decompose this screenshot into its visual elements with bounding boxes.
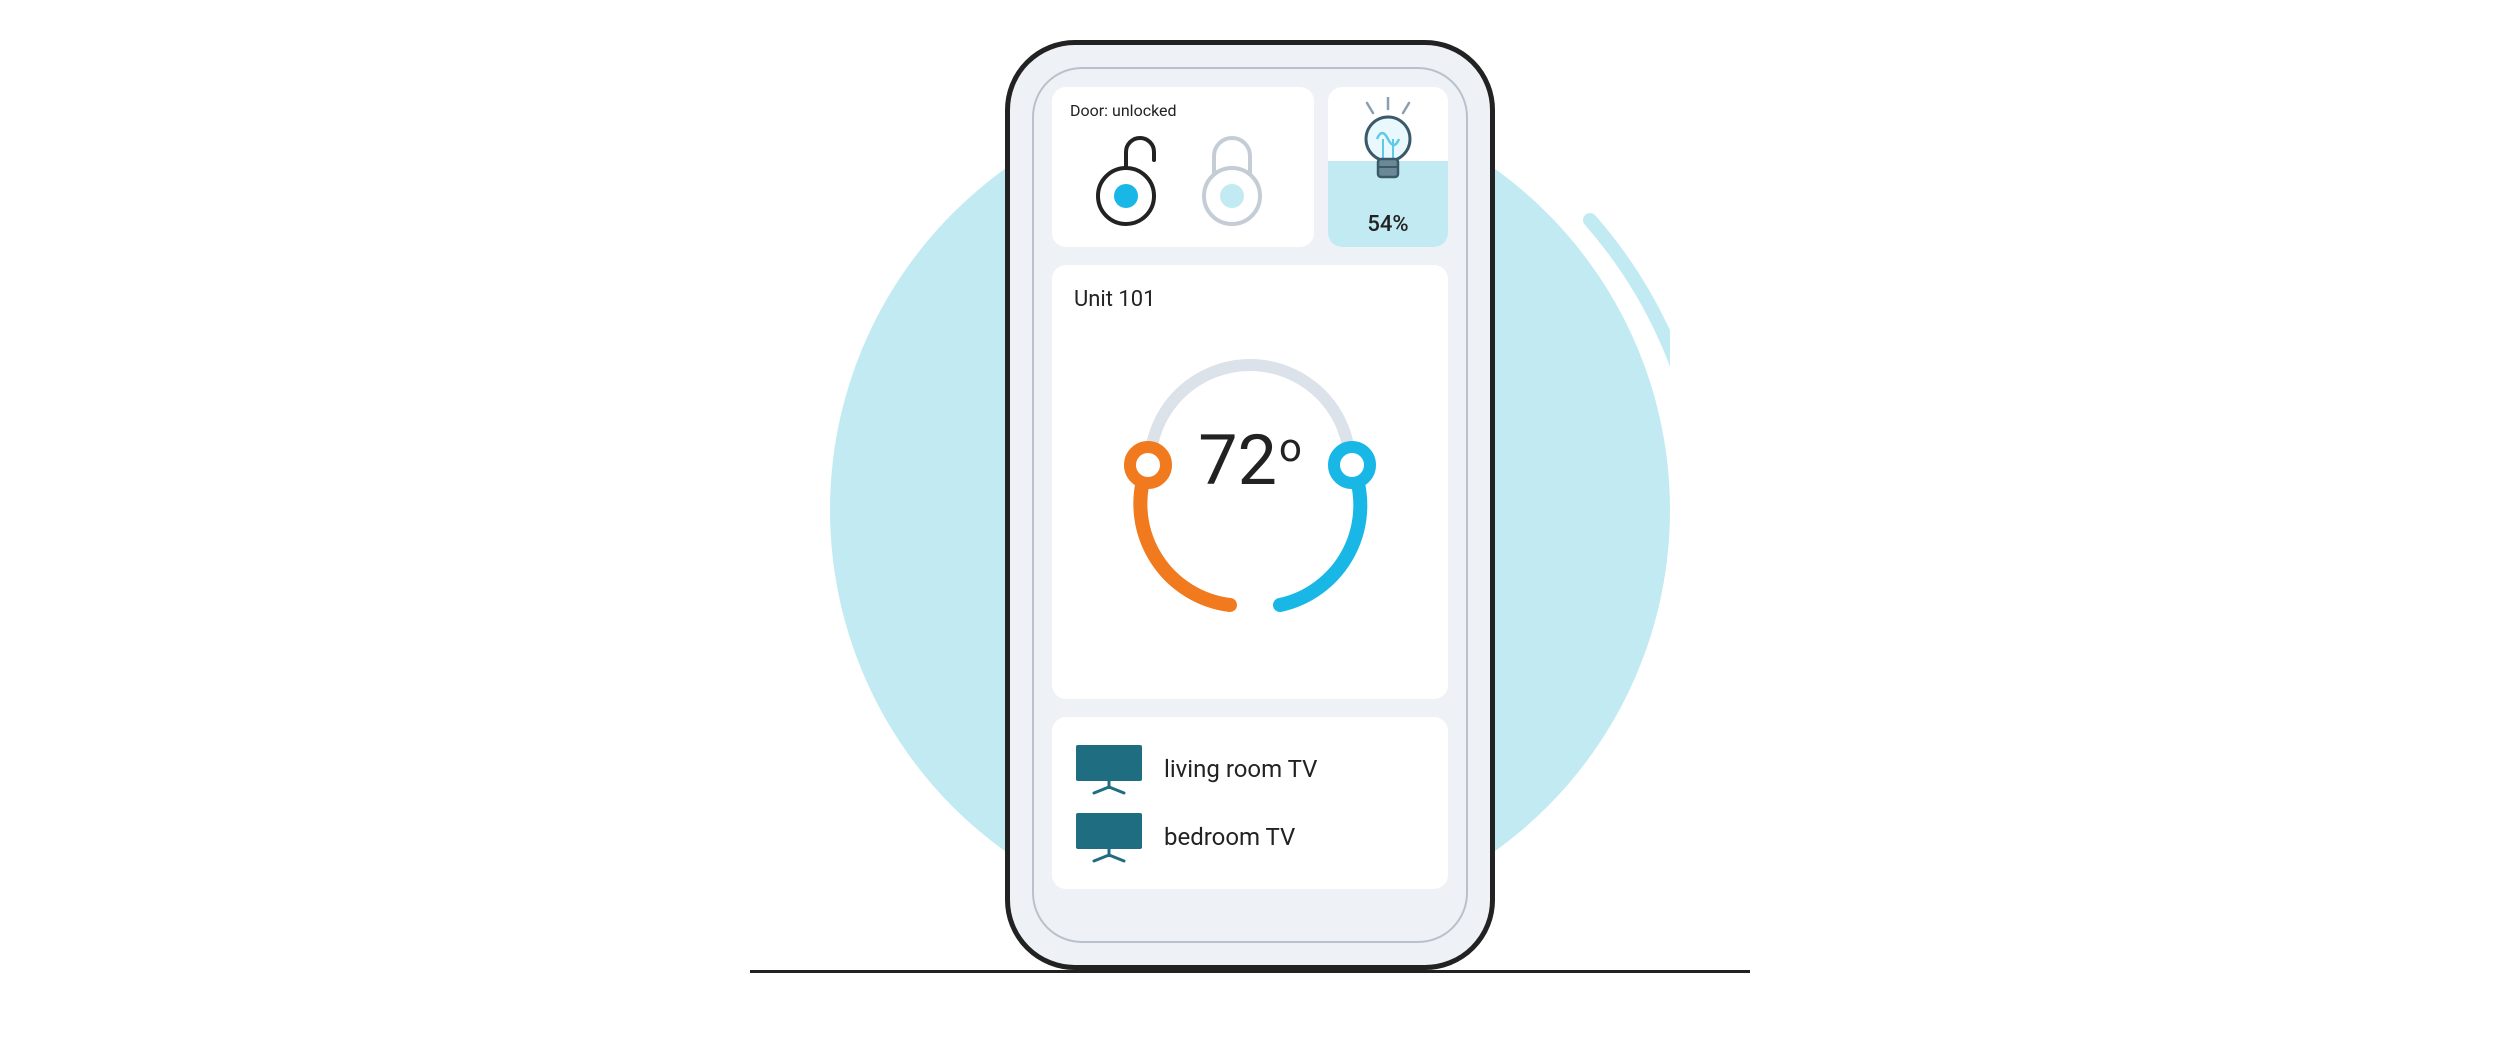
door-lock-card[interactable]: Door: unlocked	[1052, 87, 1314, 247]
thermostat-card[interactable]: Unit 101 72o	[1052, 265, 1448, 699]
light-percent-label: 54%	[1328, 212, 1448, 237]
light-level-card[interactable]: 54%	[1328, 87, 1448, 247]
door-status-label: Door: unlocked	[1070, 101, 1296, 120]
thermostat-temperature: 72o	[1052, 420, 1448, 502]
phone-frame: Door: unlocked	[1005, 40, 1495, 970]
tv-label: bedroom TV	[1164, 823, 1295, 851]
ground-line	[750, 970, 1750, 973]
temperature-value: 72	[1198, 420, 1277, 502]
thermostat-title: Unit 101	[1074, 287, 1426, 312]
tv-icon	[1074, 743, 1144, 795]
tv-label: living room TV	[1164, 755, 1317, 783]
tv-row-bedroom[interactable]: bedroom TV	[1074, 803, 1426, 871]
locked-icon[interactable]	[1194, 134, 1270, 228]
tv-devices-card: living room TV bedroom TV	[1052, 717, 1448, 889]
tv-row-living-room[interactable]: living room TV	[1074, 735, 1426, 803]
tv-icon	[1074, 811, 1144, 863]
phone-screen: Door: unlocked	[1032, 67, 1468, 943]
lightbulb-icon	[1355, 97, 1421, 187]
unlocked-icon[interactable]	[1096, 134, 1172, 228]
